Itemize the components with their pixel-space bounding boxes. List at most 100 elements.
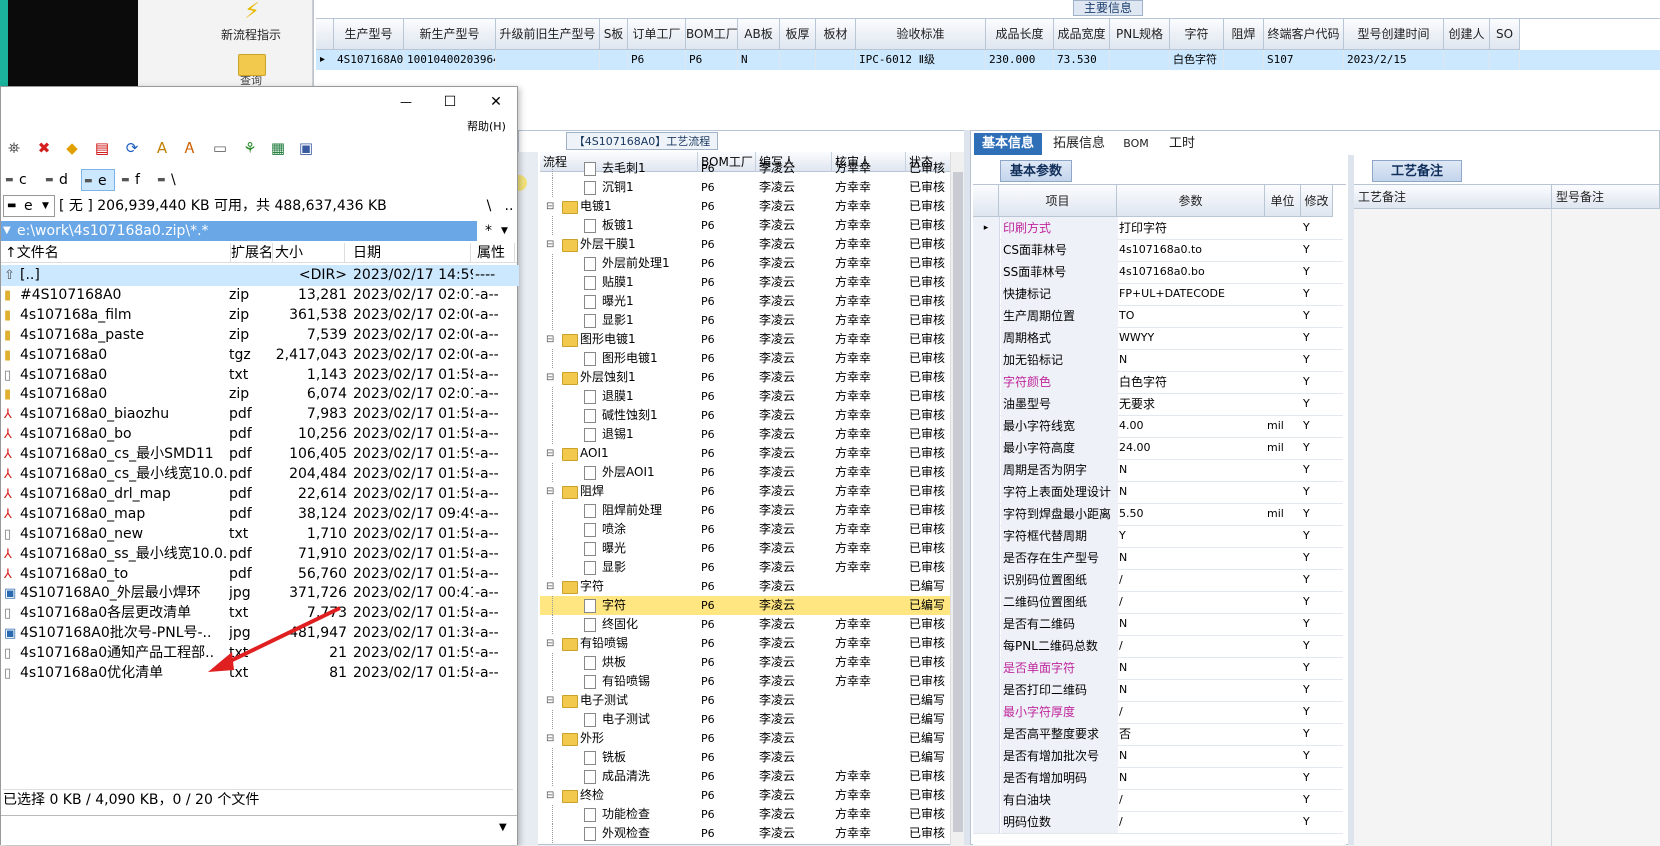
file-col-header[interactable]: ↑文件名	[3, 243, 231, 263]
file-row[interactable]: ⅄ 4s107168a0_to pdf 56,760 2023/02/17 01:58-…	[1, 564, 519, 585]
process-scroll-thumb[interactable]	[953, 172, 963, 832]
pdf-icon[interactable]: ▤	[93, 139, 111, 157]
filter-dropdown-icon[interactable]: ▼	[501, 221, 515, 241]
param-row[interactable]: 最小字符高度 24.00 mil Y	[973, 437, 1343, 460]
param-row[interactable]: 字符颜色 白色字符 Y	[973, 371, 1343, 394]
process-step-row[interactable]: 外观检查 P6 李凌云 方幸幸 已审核	[540, 824, 960, 843]
file-col-header[interactable]: 大小	[273, 243, 345, 263]
basic-params-tab[interactable]: 基本参数	[1000, 160, 1072, 182]
main-info-cell[interactable]: P6	[628, 50, 686, 70]
close-button[interactable]: ✕	[481, 91, 511, 113]
refresh-icon[interactable]: ⟳	[123, 139, 141, 157]
param-row[interactable]: 最小字符厚度 / Y	[973, 701, 1343, 724]
param-row[interactable]: 每PNL二维码总数 / Y	[973, 635, 1343, 658]
process-step-row[interactable]: 外层AOI1 P6 李凌云 方幸幸 已审核	[540, 463, 960, 482]
process-step-row[interactable]: 成品清洗 P6 李凌云 方幸幸 已审核	[540, 767, 960, 786]
process-group-row[interactable]: ⊟ 字符 P6 李凌云 已编写	[540, 577, 960, 596]
drive-button-f[interactable]: ▬ f	[119, 169, 153, 191]
process-step-row[interactable]: 板镀1 P6 李凌云 方幸幸 已审核	[540, 216, 960, 235]
process-group-row[interactable]: ⊟ 终检 P6 李凌云 方幸幸 已审核	[540, 786, 960, 805]
param-row[interactable]: 字符上表面处理设计 N Y	[973, 481, 1343, 504]
detail-tab[interactable]: 基本信息	[974, 133, 1042, 155]
detail-tab[interactable]: BOM	[1116, 133, 1156, 155]
file-col-header[interactable]: 扩展名	[229, 243, 273, 263]
process-scrollbar[interactable]	[950, 152, 964, 845]
param-row[interactable]: 是否单面字符 N Y	[973, 657, 1343, 680]
main-info-cell[interactable]	[780, 50, 816, 70]
file-row[interactable]: ⅄ 4s107168a0_drl_map pdf 22,614 2023/02/17 0…	[1, 484, 519, 505]
minimize-button[interactable]: —	[391, 91, 421, 113]
command-line[interactable]: ▼	[1, 815, 517, 845]
drive-button-network[interactable]: ▬ \	[155, 169, 189, 191]
file-row[interactable]: ▮ 4s107168a0 zip 6,074 2023/02/17 02:01 -a--	[1, 384, 519, 405]
file-row[interactable]: ▮ #4S107168A0 zip 13,281 2023/02/17 02:01 -a-…	[1, 285, 519, 306]
root-button[interactable]: \	[481, 195, 497, 217]
main-info-cell[interactable]: S107	[1264, 50, 1344, 70]
font-icon[interactable]: Ꭺ	[181, 139, 199, 157]
process-step-row[interactable]: 曝光 P6 李凌云 方幸幸 已审核	[540, 539, 960, 558]
main-info-cell[interactable]: 2023/2/15	[1344, 50, 1444, 70]
file-row[interactable]: ⅄ 4s107168a0_biaozhu pdf 7,983 2023/02/17 01…	[1, 404, 519, 425]
path-bar[interactable]: ▼ e:\work\4s107168a0.zip\*.*	[1, 221, 477, 241]
param-row[interactable]: 油墨型号 无要求 Y	[973, 393, 1343, 416]
process-step-row[interactable]: 碱性蚀刻1 P6 李凌云 方幸幸 已审核	[540, 406, 960, 425]
file-row[interactable]: ▯ 4s107168a0 txt 1,143 2023/02/17 01:58 -a--	[1, 365, 519, 386]
detail-tab[interactable]: 拓展信息	[1046, 133, 1112, 155]
process-step-row[interactable]: 阻焊前处理 P6 李凌云 方幸幸 已审核	[540, 501, 960, 520]
process-group-row[interactable]: ⊟ 外层干膜1 P6 李凌云 方幸幸 已审核	[540, 235, 960, 254]
lightning-icon[interactable]: ⚡	[238, 0, 266, 26]
process-group-row[interactable]: ⊟ 图形电镀1 P6 李凌云 方幸幸 已审核	[540, 330, 960, 349]
process-step-row[interactable]: 字符 P6 李凌云 已编写	[540, 596, 960, 615]
process-step-row[interactable]: 退锡1 P6 李凌云 方幸幸 已审核	[540, 425, 960, 444]
drive-button-e[interactable]: ▬ e	[81, 169, 115, 191]
param-row[interactable]: 是否有增加批次号 N Y	[973, 745, 1343, 768]
help-menu[interactable]: 帮助(H)	[467, 119, 517, 135]
main-info-cell[interactable]	[1444, 50, 1490, 70]
cube-icon[interactable]: ◆	[63, 139, 81, 157]
param-row[interactable]: 快捷标记 FP+UL+DATECODE Y	[973, 283, 1343, 306]
file-row[interactable]: ⅄ 4s107168a0_map pdf 38,124 2023/02/17 09:49…	[1, 504, 519, 525]
process-notes-tab[interactable]: 工艺备注	[1372, 160, 1462, 182]
process-step-row[interactable]: 退膜1 P6 李凌云 方幸幸 已审核	[540, 387, 960, 406]
process-step-row[interactable]: 沉铜1 P6 李凌云 方幸幸 已审核	[540, 178, 960, 197]
process-step-row[interactable]: 显影1 P6 李凌云 方幸幸 已审核	[540, 311, 960, 330]
main-info-cell[interactable]: 白色字符	[1170, 50, 1224, 70]
file-row[interactable]: ▯ 4s107168a0_new txt 1,710 2023/02/17 01:58-…	[1, 524, 519, 545]
file-row[interactable]: ⅄ 4s107168a0_ss_最小线宽10.0.. pdf 71,910 2023/0…	[1, 544, 519, 565]
process-notes-textarea[interactable]	[1354, 209, 1552, 846]
param-col-header[interactable]: 单位	[1265, 185, 1301, 217]
param-row[interactable]: 字符框代替周期 Y Y	[973, 525, 1343, 548]
param-col-header[interactable]: 项目	[999, 185, 1117, 217]
config-icon[interactable]: ▣	[297, 139, 315, 157]
file-row[interactable]: ▮ 4s107168a0 tgz 2,417,043 2023/02/17 02:00-…	[1, 345, 519, 366]
process-step-row[interactable]: 贴膜1 P6 李凌云 方幸幸 已审核	[540, 273, 960, 292]
main-info-cell[interactable]	[600, 50, 628, 70]
param-row[interactable]: 明码位数 / Y	[973, 811, 1343, 834]
param-row[interactable]: 是否打印二维码 N Y	[973, 679, 1343, 702]
folder-icon[interactable]	[238, 54, 266, 76]
process-step-row[interactable]: 曝光1 P6 李凌云 方幸幸 已审核	[540, 292, 960, 311]
process-step-row[interactable]: 铣板 P6 李凌云 已编写	[540, 748, 960, 767]
param-col-header[interactable]: 参数	[1117, 185, 1265, 217]
param-row[interactable]: 是否有增加明码 N Y	[973, 767, 1343, 790]
drive-select[interactable]: ▬ e ▼	[3, 195, 55, 217]
drive-button-d[interactable]: ▬ d	[43, 169, 77, 191]
main-info-cell[interactable]	[816, 50, 856, 70]
file-col-header[interactable]: 属性	[475, 243, 515, 263]
param-row[interactable]: ▸ 印刷方式 打印字符 Y	[973, 217, 1343, 240]
file-row[interactable]: ⅄ 4s107168a0_cs_最小线宽10.0.. pdf 204,484 2023/…	[1, 464, 519, 485]
main-info-cell[interactable]: 4S107168A0	[334, 50, 404, 70]
param-row[interactable]: 周期格式 WWYY Y	[973, 327, 1343, 350]
process-group-row[interactable]: ⊟ 外形 P6 李凌云 已编写	[540, 729, 960, 748]
process-step-row[interactable]: 喷涂 P6 李凌云 方幸幸 已审核	[540, 520, 960, 539]
file-row[interactable]: ⇧ [..] <DIR> 2023/02/17 14:59 ----	[1, 265, 519, 286]
param-row[interactable]: 二维码位置图纸 / Y	[973, 591, 1343, 614]
main-info-cell[interactable]	[1110, 50, 1170, 70]
param-row[interactable]: 是否高平整度要求否 Y	[973, 723, 1343, 746]
main-info-cell[interactable]: IPC-6012 Ⅱ级	[856, 50, 986, 70]
param-row[interactable]: 最小字符线宽 4.00 mil Y	[973, 415, 1343, 438]
param-row[interactable]: 加无铅标记 N Y	[973, 349, 1343, 372]
process-step-row[interactable]: 电子测试 P6 李凌云 已编写	[540, 710, 960, 729]
process-step-row[interactable]: 显影 P6 李凌云 方幸幸 已审核	[540, 558, 960, 577]
process-step-row[interactable]: 去毛刺1 P6 李凌云 方幸幸 已审核	[540, 159, 960, 178]
